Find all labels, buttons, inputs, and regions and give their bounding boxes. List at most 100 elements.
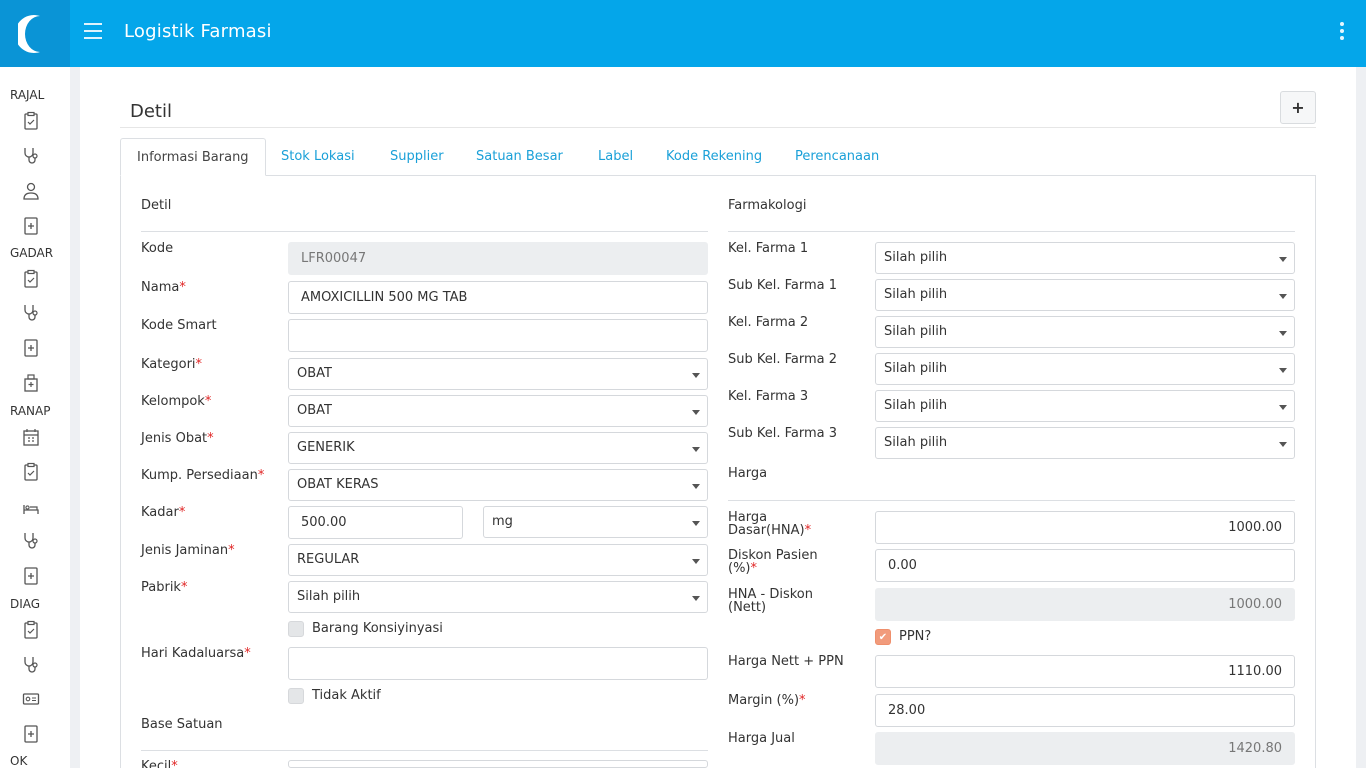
- chevron-down-icon: [692, 484, 700, 489]
- jenis-obat-label: Jenis Obat*: [141, 431, 214, 446]
- more-options-icon[interactable]: [1336, 22, 1348, 44]
- hamburger-menu-icon[interactable]: [84, 23, 104, 43]
- harga-nett-ppn-label: Harga Nett + PPN: [728, 654, 844, 669]
- sidebar-group-rajal[interactable]: RAJAL: [10, 88, 44, 102]
- chevron-down-icon: [1279, 405, 1287, 410]
- margin-label: Margin (%)*: [728, 693, 806, 708]
- kel-farma-2-label: Kel. Farma 2: [728, 315, 809, 330]
- sidebar-group-gadar[interactable]: GADAR: [10, 246, 53, 260]
- sub-kel-farma-3-select[interactable]: Silah pilih: [875, 427, 1295, 459]
- hospital-icon[interactable]: [22, 373, 40, 393]
- nama-label: Nama*: [141, 280, 186, 295]
- tidak-aktif-label: Tidak Aktif: [312, 688, 381, 703]
- bed-icon[interactable]: [22, 497, 40, 517]
- hari-kadaluarsa-label: Hari Kadaluarsa*: [141, 646, 251, 661]
- doctor-icon[interactable]: [22, 181, 40, 201]
- sidebar-group-ranap[interactable]: RANAP: [10, 404, 50, 418]
- kode-field: LFR00047: [288, 242, 708, 275]
- divider: [141, 750, 708, 751]
- divider: [728, 231, 1295, 232]
- chevron-down-icon: [1279, 442, 1287, 447]
- top-bar: Logistik Farmasi: [0, 0, 1366, 67]
- chevron-down-icon: [692, 559, 700, 564]
- kump-persediaan-select[interactable]: OBAT KERAS: [288, 469, 708, 501]
- tab-bar: Informasi Barang Stok Lokasi Supplier Sa…: [120, 138, 1316, 176]
- clipboard-icon[interactable]: [22, 620, 40, 640]
- pabrik-select[interactable]: Silah pilih: [288, 581, 708, 613]
- page-title: Detil: [130, 101, 172, 122]
- chevron-down-icon: [692, 447, 700, 452]
- kode-label: Kode: [141, 241, 174, 256]
- tab-perencanaan[interactable]: Perencanaan: [795, 138, 879, 176]
- kelompok-label: Kelompok*: [141, 394, 212, 409]
- stethoscope-icon[interactable]: [22, 655, 40, 675]
- tidak-aktif-checkbox[interactable]: [288, 688, 304, 704]
- clipboard-icon[interactable]: [22, 111, 40, 131]
- id-card-icon[interactable]: [22, 689, 40, 709]
- barang-konsinyasi-checkbox[interactable]: [288, 621, 304, 637]
- sidebar-group-diag[interactable]: DIAG: [10, 597, 40, 611]
- kel-farma-1-select[interactable]: Silah pilih: [875, 242, 1295, 274]
- chevron-down-icon: [692, 596, 700, 601]
- tab-satuan-besar[interactable]: Satuan Besar: [476, 138, 563, 176]
- sub-kel-farma-2-label: Sub Kel. Farma 2: [728, 352, 838, 367]
- tab-supplier[interactable]: Supplier: [390, 138, 444, 176]
- stethoscope-icon[interactable]: [22, 303, 40, 323]
- sub-kel-farma-1-select[interactable]: Silah pilih: [875, 279, 1295, 311]
- jenis-jaminan-label: Jenis Jaminan*: [141, 543, 235, 558]
- chevron-down-icon: [692, 521, 700, 526]
- chevron-down-icon: [1279, 257, 1287, 262]
- sub-kel-farma-3-label: Sub Kel. Farma 3: [728, 426, 838, 441]
- clipboard-icon[interactable]: [22, 269, 40, 289]
- check-icon: ✔: [878, 631, 888, 643]
- ppn-label: PPN?: [899, 629, 932, 644]
- section-title-base-satuan: Base Satuan: [141, 717, 223, 732]
- jenis-obat-select[interactable]: GENERIK: [288, 432, 708, 464]
- kel-farma-3-select[interactable]: Silah pilih: [875, 390, 1295, 422]
- kadar-field[interactable]: 500.00: [288, 506, 463, 539]
- kecil-label: Kecil*: [141, 759, 178, 768]
- jenis-jaminan-select[interactable]: REGULAR: [288, 544, 708, 576]
- chevron-down-icon: [692, 410, 700, 415]
- kecil-field[interactable]: [288, 760, 708, 768]
- hna-diskon-field: 1000.00: [875, 588, 1295, 621]
- stethoscope-icon[interactable]: [22, 146, 40, 166]
- kelompok-select[interactable]: OBAT: [288, 395, 708, 427]
- barang-konsinyasi-label: Barang Konsiyinyasi: [312, 621, 443, 636]
- section-title-harga: Harga: [728, 466, 768, 481]
- add-button[interactable]: +: [1280, 91, 1316, 124]
- medical-file-icon[interactable]: [22, 338, 40, 358]
- kel-farma-3-label: Kel. Farma 3: [728, 389, 809, 404]
- clipboard-icon[interactable]: [22, 462, 40, 482]
- tab-label[interactable]: Label: [598, 138, 633, 176]
- pabrik-label: Pabrik*: [141, 580, 188, 595]
- section-title-farmakologi: Farmakologi: [728, 198, 807, 213]
- tab-informasi-barang[interactable]: Informasi Barang: [120, 138, 266, 176]
- kategori-select[interactable]: OBAT: [288, 358, 708, 390]
- divider: [141, 231, 708, 232]
- medical-file-icon[interactable]: [22, 216, 40, 236]
- diskon-pasien-field[interactable]: 0.00: [875, 549, 1295, 582]
- harga-nett-ppn-field[interactable]: 1110.00: [875, 655, 1295, 688]
- kel-farma-2-select[interactable]: Silah pilih: [875, 316, 1295, 348]
- kadar-unit-select[interactable]: mg: [483, 506, 708, 538]
- sidebar-group-ok[interactable]: OK: [10, 754, 27, 768]
- divider: [728, 500, 1295, 501]
- ppn-checkbox[interactable]: ✔: [875, 629, 891, 645]
- medical-file-icon[interactable]: [22, 566, 40, 586]
- stethoscope-icon[interactable]: [22, 531, 40, 551]
- crescent-logo-icon: [18, 14, 40, 53]
- medical-file-icon[interactable]: [22, 724, 40, 744]
- hari-kadaluarsa-field[interactable]: [288, 647, 708, 680]
- kode-smart-field[interactable]: [288, 319, 708, 352]
- sub-kel-farma-2-select[interactable]: Silah pilih: [875, 353, 1295, 385]
- chevron-down-icon: [1279, 368, 1287, 373]
- hna-diskon-label: HNA - Diskon (Nett): [728, 587, 814, 615]
- nama-field[interactable]: AMOXICILLIN 500 MG TAB: [288, 281, 708, 314]
- harga-dasar-field[interactable]: 1000.00: [875, 511, 1295, 544]
- calendar-icon[interactable]: [22, 427, 40, 447]
- tab-kode-rekening[interactable]: Kode Rekening: [666, 138, 762, 176]
- margin-field[interactable]: 28.00: [875, 694, 1295, 727]
- kump-persediaan-label: Kump. Persediaan*: [141, 468, 265, 483]
- tab-stok-lokasi[interactable]: Stok Lokasi: [281, 138, 355, 176]
